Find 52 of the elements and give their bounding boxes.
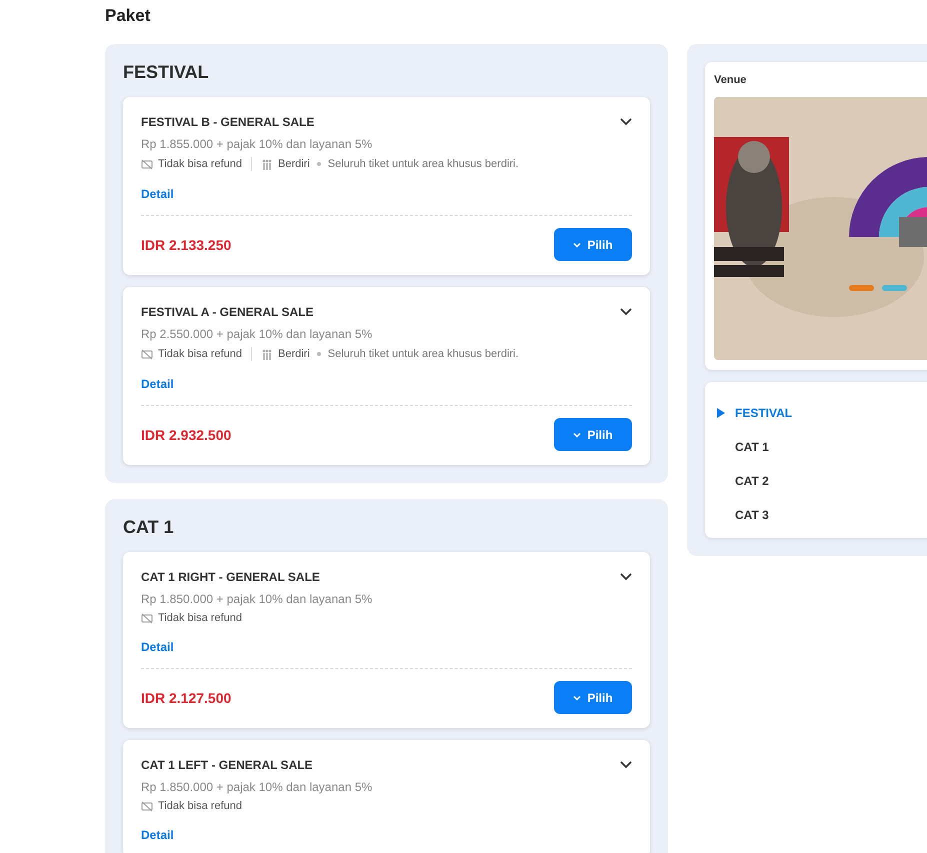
detail-link[interactable]: Detail	[141, 640, 174, 654]
nav-label: CAT 2	[735, 474, 769, 488]
chevron-down-icon[interactable]	[620, 573, 632, 581]
select-button[interactable]: Pilih	[554, 228, 632, 261]
select-button[interactable]: Pilih	[554, 418, 632, 451]
detail-link[interactable]: Detail	[141, 828, 174, 842]
chevron-down-icon[interactable]	[620, 118, 632, 126]
select-button[interactable]: Pilih	[554, 681, 632, 714]
detail-link[interactable]: Detail	[141, 187, 174, 201]
seating-label: Berdiri	[278, 348, 310, 360]
price-line: Rp 2.550.000 + pajak 10% dan layanan 5%	[141, 327, 374, 341]
nav-label: CAT 1	[735, 440, 769, 454]
nav-label: CAT 3	[735, 508, 769, 522]
refund-label: Tidak bisa refund	[158, 800, 242, 812]
total-price: IDR 2.133.250	[141, 236, 232, 252]
price-line: Rp 1.850.000 + pajak 10% dan layanan 5%	[141, 592, 374, 606]
seating-label: Berdiri	[278, 158, 310, 170]
total-price: IDR 2.932.500	[141, 426, 232, 442]
refund-label: Tidak bisa refund	[158, 348, 242, 360]
chevron-down-icon[interactable]	[620, 308, 632, 316]
ticket-title: CAT 1 LEFT - GENERAL SALE	[141, 758, 313, 772]
nav-item[interactable]: CAT 1	[717, 430, 927, 464]
standing-people-icon	[260, 348, 273, 360]
no-refund-icon	[141, 800, 153, 812]
no-refund-icon	[141, 612, 153, 624]
seating-note: Seluruh tiket untuk area khusus berdiri.	[328, 348, 519, 360]
detail-link[interactable]: Detail	[141, 377, 174, 391]
nav-item[interactable]: FESTIVAL	[717, 396, 927, 430]
price-line: Rp 1.855.000 + pajak 10% dan layanan 5%	[141, 137, 374, 151]
chevron-down-icon	[573, 242, 582, 248]
refund-label: Tidak bisa refund	[158, 612, 242, 624]
ticket-title: FESTIVAL B - GENERAL SALE	[141, 115, 314, 129]
no-refund-icon	[141, 158, 153, 170]
seating-note: Seluruh tiket untuk area khusus berdiri.	[328, 158, 519, 170]
total-price: IDR 2.127.500	[141, 690, 232, 706]
chevron-down-icon	[573, 432, 582, 438]
nav-item[interactable]: CAT 2	[717, 464, 927, 498]
ticket-title: CAT 1 RIGHT - GENERAL SALE	[141, 570, 320, 584]
price-line: Rp 1.850.000 + pajak 10% dan layanan 5%	[141, 780, 374, 794]
no-refund-icon	[141, 348, 153, 360]
standing-people-icon	[260, 158, 273, 170]
section-title: CAT 1	[123, 517, 175, 538]
chevron-down-icon[interactable]	[620, 761, 632, 769]
chevron-down-icon	[573, 694, 582, 700]
page-heading: Paket	[105, 6, 152, 26]
refund-label: Tidak bisa refund	[158, 158, 242, 170]
ticket-title: FESTIVAL A - GENERAL SALE	[141, 305, 314, 319]
nav-item[interactable]: CAT 3	[717, 498, 927, 532]
venue-label: Venue	[714, 74, 748, 86]
nav-label: FESTIVAL	[735, 406, 792, 420]
play-arrow-icon	[717, 408, 725, 418]
section-title: FESTIVAL	[123, 62, 210, 83]
